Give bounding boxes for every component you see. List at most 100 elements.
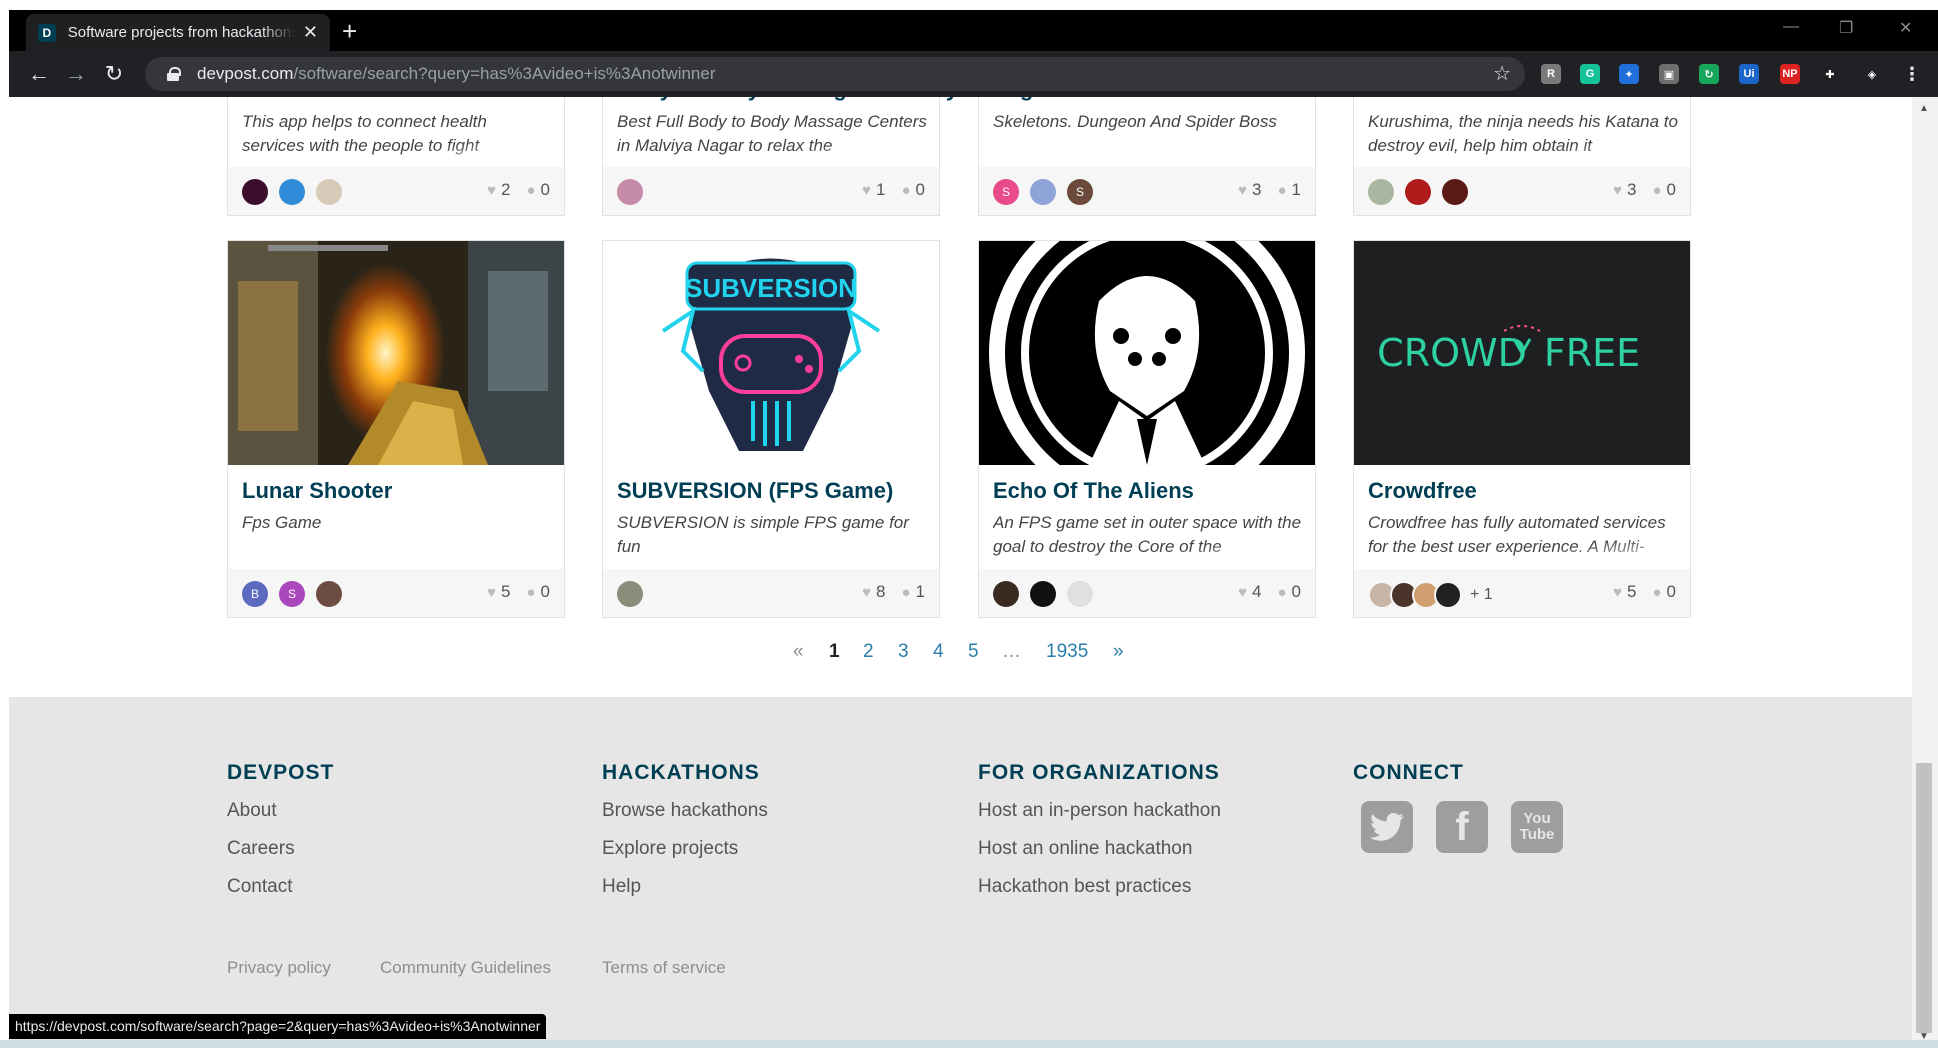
footer-link-terms[interactable]: Terms of service [602,958,726,978]
project-title[interactable]: Body to Body Massage in Malviya Nagar [617,97,1039,102]
avatar[interactable] [993,581,1019,607]
bookmark-star-icon[interactable]: ☆ [1493,61,1511,86]
avatar[interactable] [1067,581,1093,607]
project-title[interactable]: Crowdfree [1368,478,1477,504]
avatar[interactable]: S [1067,179,1093,205]
footer-link-about[interactable]: About [227,800,277,822]
dropbox-icon[interactable]: ✦ [1619,64,1639,84]
avatar[interactable] [1368,179,1394,205]
footer-link-guidelines[interactable]: Community Guidelines [380,958,551,978]
project-card[interactable]: Lunar Shooter Fps Game B S ♥ 5 ● 0 [227,240,565,618]
minimize-icon[interactable]: — [1783,18,1799,36]
close-tab-icon[interactable]: ✕ [303,22,318,43]
echo-aliens-thumbnail[interactable] [979,241,1315,465]
new-tab-button[interactable]: + [342,16,357,47]
crowdfree-thumbnail[interactable]: CROWD FREE [1354,241,1690,465]
reload-icon[interactable]: ↻ [101,61,127,87]
footer-link-careers[interactable]: Careers [227,838,295,860]
avatar[interactable] [242,179,268,205]
likes-stat[interactable]: ♥ 8 [862,582,885,602]
project-title[interactable]: Sagittarius [993,97,1107,102]
likes-stat[interactable]: ♥ 5 [487,582,510,602]
active-tab[interactable]: D Software projects from hackathons ✕ [26,14,330,51]
url-text[interactable]: devpost.com/software/search?query=has%3A… [197,64,716,84]
lock-icon[interactable] [167,67,181,81]
browser-menu-icon[interactable]: ⋮ [1902,64,1922,84]
pagination-page[interactable]: 3 [898,641,909,663]
avatar[interactable] [279,179,305,205]
avatar[interactable]: S [279,581,305,607]
likes-stat[interactable]: ♥ 2 [487,180,510,200]
close-window-icon[interactable]: ✕ [1899,18,1912,38]
screenshot-icon[interactable]: ▣ [1659,64,1679,84]
comments-stat[interactable]: ● 0 [1652,180,1676,200]
pagination-next[interactable]: » [1113,641,1124,663]
comments-stat[interactable]: ● 1 [1277,180,1301,200]
avatar[interactable]: S [993,179,1019,205]
footer-link-explore-projects[interactable]: Explore projects [602,838,738,860]
comments-stat[interactable]: ● 0 [1277,582,1301,602]
project-title[interactable]: Echo Of The Aliens [993,478,1194,504]
pagination-page[interactable]: 2 [863,641,874,663]
forward-arrow-icon[interactable]: → [63,61,89,87]
grammarly-icon[interactable]: G [1580,64,1600,84]
page-scrollbar[interactable]: ▲ ▼ [1912,97,1938,1048]
back-arrow-icon[interactable]: ← [26,61,52,87]
footer-link-best-practices[interactable]: Hackathon best practices [978,876,1191,898]
project-card[interactable]: Sagittarius Skeletons. Dungeon And Spider… [978,97,1316,216]
extensions-puzzle-icon[interactable]: ✚ [1820,64,1840,84]
project-card[interactable]: CURAKSHA This app helps to connect health… [227,97,565,216]
footer-link-online[interactable]: Host an online hackathon [978,838,1192,860]
restore-icon[interactable]: ❐ [1839,18,1853,38]
avatar[interactable] [316,581,342,607]
likes-stat[interactable]: ♥ 5 [1613,582,1636,602]
twitter-icon[interactable] [1361,801,1413,853]
project-card[interactable]: Get that Katana Kurushima, the ninja need… [1353,97,1691,216]
uipath-icon[interactable]: Ui [1739,64,1759,84]
likes-stat[interactable]: ♥ 3 [1613,180,1636,200]
avatar[interactable]: B [242,581,268,607]
pagination-last-page[interactable]: 1935 [1046,641,1088,663]
comments-stat[interactable]: ● 1 [901,582,925,602]
avatar[interactable] [1030,581,1056,607]
avatar[interactable] [1434,581,1462,609]
footer-link-in-person[interactable]: Host an in-person hackathon [978,800,1221,822]
readwise-icon[interactable]: R [1541,64,1561,84]
address-bar[interactable]: devpost.com/software/search?query=has%3A… [145,57,1525,91]
pagination-prev[interactable]: « [793,641,804,663]
scroll-thumb[interactable] [1916,763,1932,1033]
facebook-icon[interactable]: f [1436,801,1488,853]
pagination-page[interactable]: 5 [968,641,979,663]
project-title[interactable]: SUBVERSION (FPS Game) [617,478,893,504]
lunar-shooter-thumbnail[interactable] [228,241,564,465]
likes-stat[interactable]: ♥ 1 [862,180,885,200]
profile-icon[interactable]: ◈ [1862,64,1882,84]
footer-link-help[interactable]: Help [602,876,641,898]
project-title[interactable]: Lunar Shooter [242,478,392,504]
project-card[interactable]: Body to Body Massage in Malviya Nagar Bes… [602,97,1039,216]
comments-stat[interactable]: ● 0 [901,180,925,200]
footer-link-contact[interactable]: Contact [227,876,292,898]
scroll-up-icon[interactable]: ▲ [1919,103,1929,114]
avatar[interactable] [1405,179,1431,205]
avatar[interactable] [1030,179,1056,205]
avatar[interactable] [617,581,643,607]
project-title[interactable]: CURAKSHA [242,97,368,102]
youtube-icon[interactable]: You Tube [1511,801,1563,853]
np-icon[interactable]: NP [1780,64,1800,84]
avatar[interactable] [1442,179,1468,205]
footer-link-privacy[interactable]: Privacy policy [227,958,331,978]
project-card[interactable]: Echo Of The Aliens An FPS game set in out… [978,240,1316,618]
subversion-thumbnail[interactable]: SUBVERSION [603,241,939,465]
avatar[interactable] [316,179,342,205]
likes-stat[interactable]: ♥ 4 [1238,582,1261,602]
likes-stat[interactable]: ♥ 3 [1238,180,1261,200]
comments-stat[interactable]: ● 0 [526,582,550,602]
project-card[interactable]: CROWD FREE Crowdfree Crowdfree has fully au… [1353,240,1691,618]
project-title[interactable]: Get that Katana [1368,97,1531,102]
avatar[interactable] [617,179,643,205]
comments-stat[interactable]: ● 0 [1652,582,1676,602]
footer-link-browse-hackathons[interactable]: Browse hackathons [602,800,768,822]
pagination-page[interactable]: 4 [933,641,944,663]
project-card[interactable]: SUBVERSION SUBVERSION (FPS Game) SUBVERSIO… [602,240,940,618]
